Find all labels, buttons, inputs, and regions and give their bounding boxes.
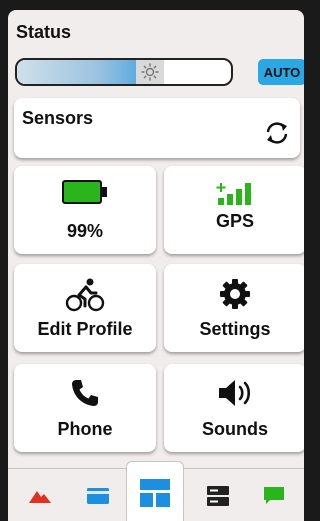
speaker-icon — [219, 380, 251, 406]
sounds-tile[interactable]: Sounds — [164, 364, 304, 452]
bottom-nav — [8, 461, 304, 521]
phone-tile[interactable]: Phone — [14, 364, 156, 452]
status-screen: Status AUTO Sensors 99% GPS Edit Profile… — [8, 10, 304, 521]
gps-label: GPS — [215, 211, 254, 231]
nav-item-widgets[interactable] — [126, 461, 184, 521]
cyclist-icon — [65, 278, 105, 312]
battery-percent: 99% — [66, 221, 104, 241]
brightness-fill — [17, 60, 150, 84]
mountain-icon — [29, 490, 51, 503]
sensors-label: Sensors — [22, 108, 94, 128]
nav-item-storage[interactable] — [190, 469, 246, 521]
gear-icon — [220, 279, 250, 309]
battery-tile[interactable]: 99% — [14, 166, 156, 254]
auto-brightness-button[interactable]: AUTO — [258, 59, 304, 85]
edit-profile-label: Edit Profile — [37, 319, 133, 339]
sensors-card[interactable]: Sensors — [14, 98, 300, 158]
settings-tile[interactable]: Settings — [164, 264, 304, 352]
nav-item-map[interactable] — [12, 469, 68, 521]
gps-signal-icon — [216, 183, 251, 205]
page-title: Status — [16, 22, 72, 42]
brightness-thumb[interactable] — [135, 60, 164, 84]
battery-icon — [62, 180, 107, 204]
storage-icon — [207, 485, 229, 506]
brightness-slider[interactable] — [15, 58, 233, 86]
phone-icon — [72, 380, 98, 406]
phone-label: Phone — [57, 419, 113, 439]
message-icon — [264, 486, 284, 504]
sounds-label: Sounds — [202, 419, 268, 439]
settings-label: Settings — [199, 319, 271, 339]
card-icon — [87, 487, 109, 504]
gps-tile[interactable]: GPS — [164, 166, 304, 254]
nav-item-messages[interactable] — [246, 469, 302, 521]
sun-icon — [140, 63, 159, 81]
widgets-icon — [140, 478, 170, 507]
refresh-icon[interactable] — [264, 120, 290, 146]
edit-profile-tile[interactable]: Edit Profile — [14, 264, 156, 352]
nav-item-data[interactable] — [70, 469, 126, 521]
